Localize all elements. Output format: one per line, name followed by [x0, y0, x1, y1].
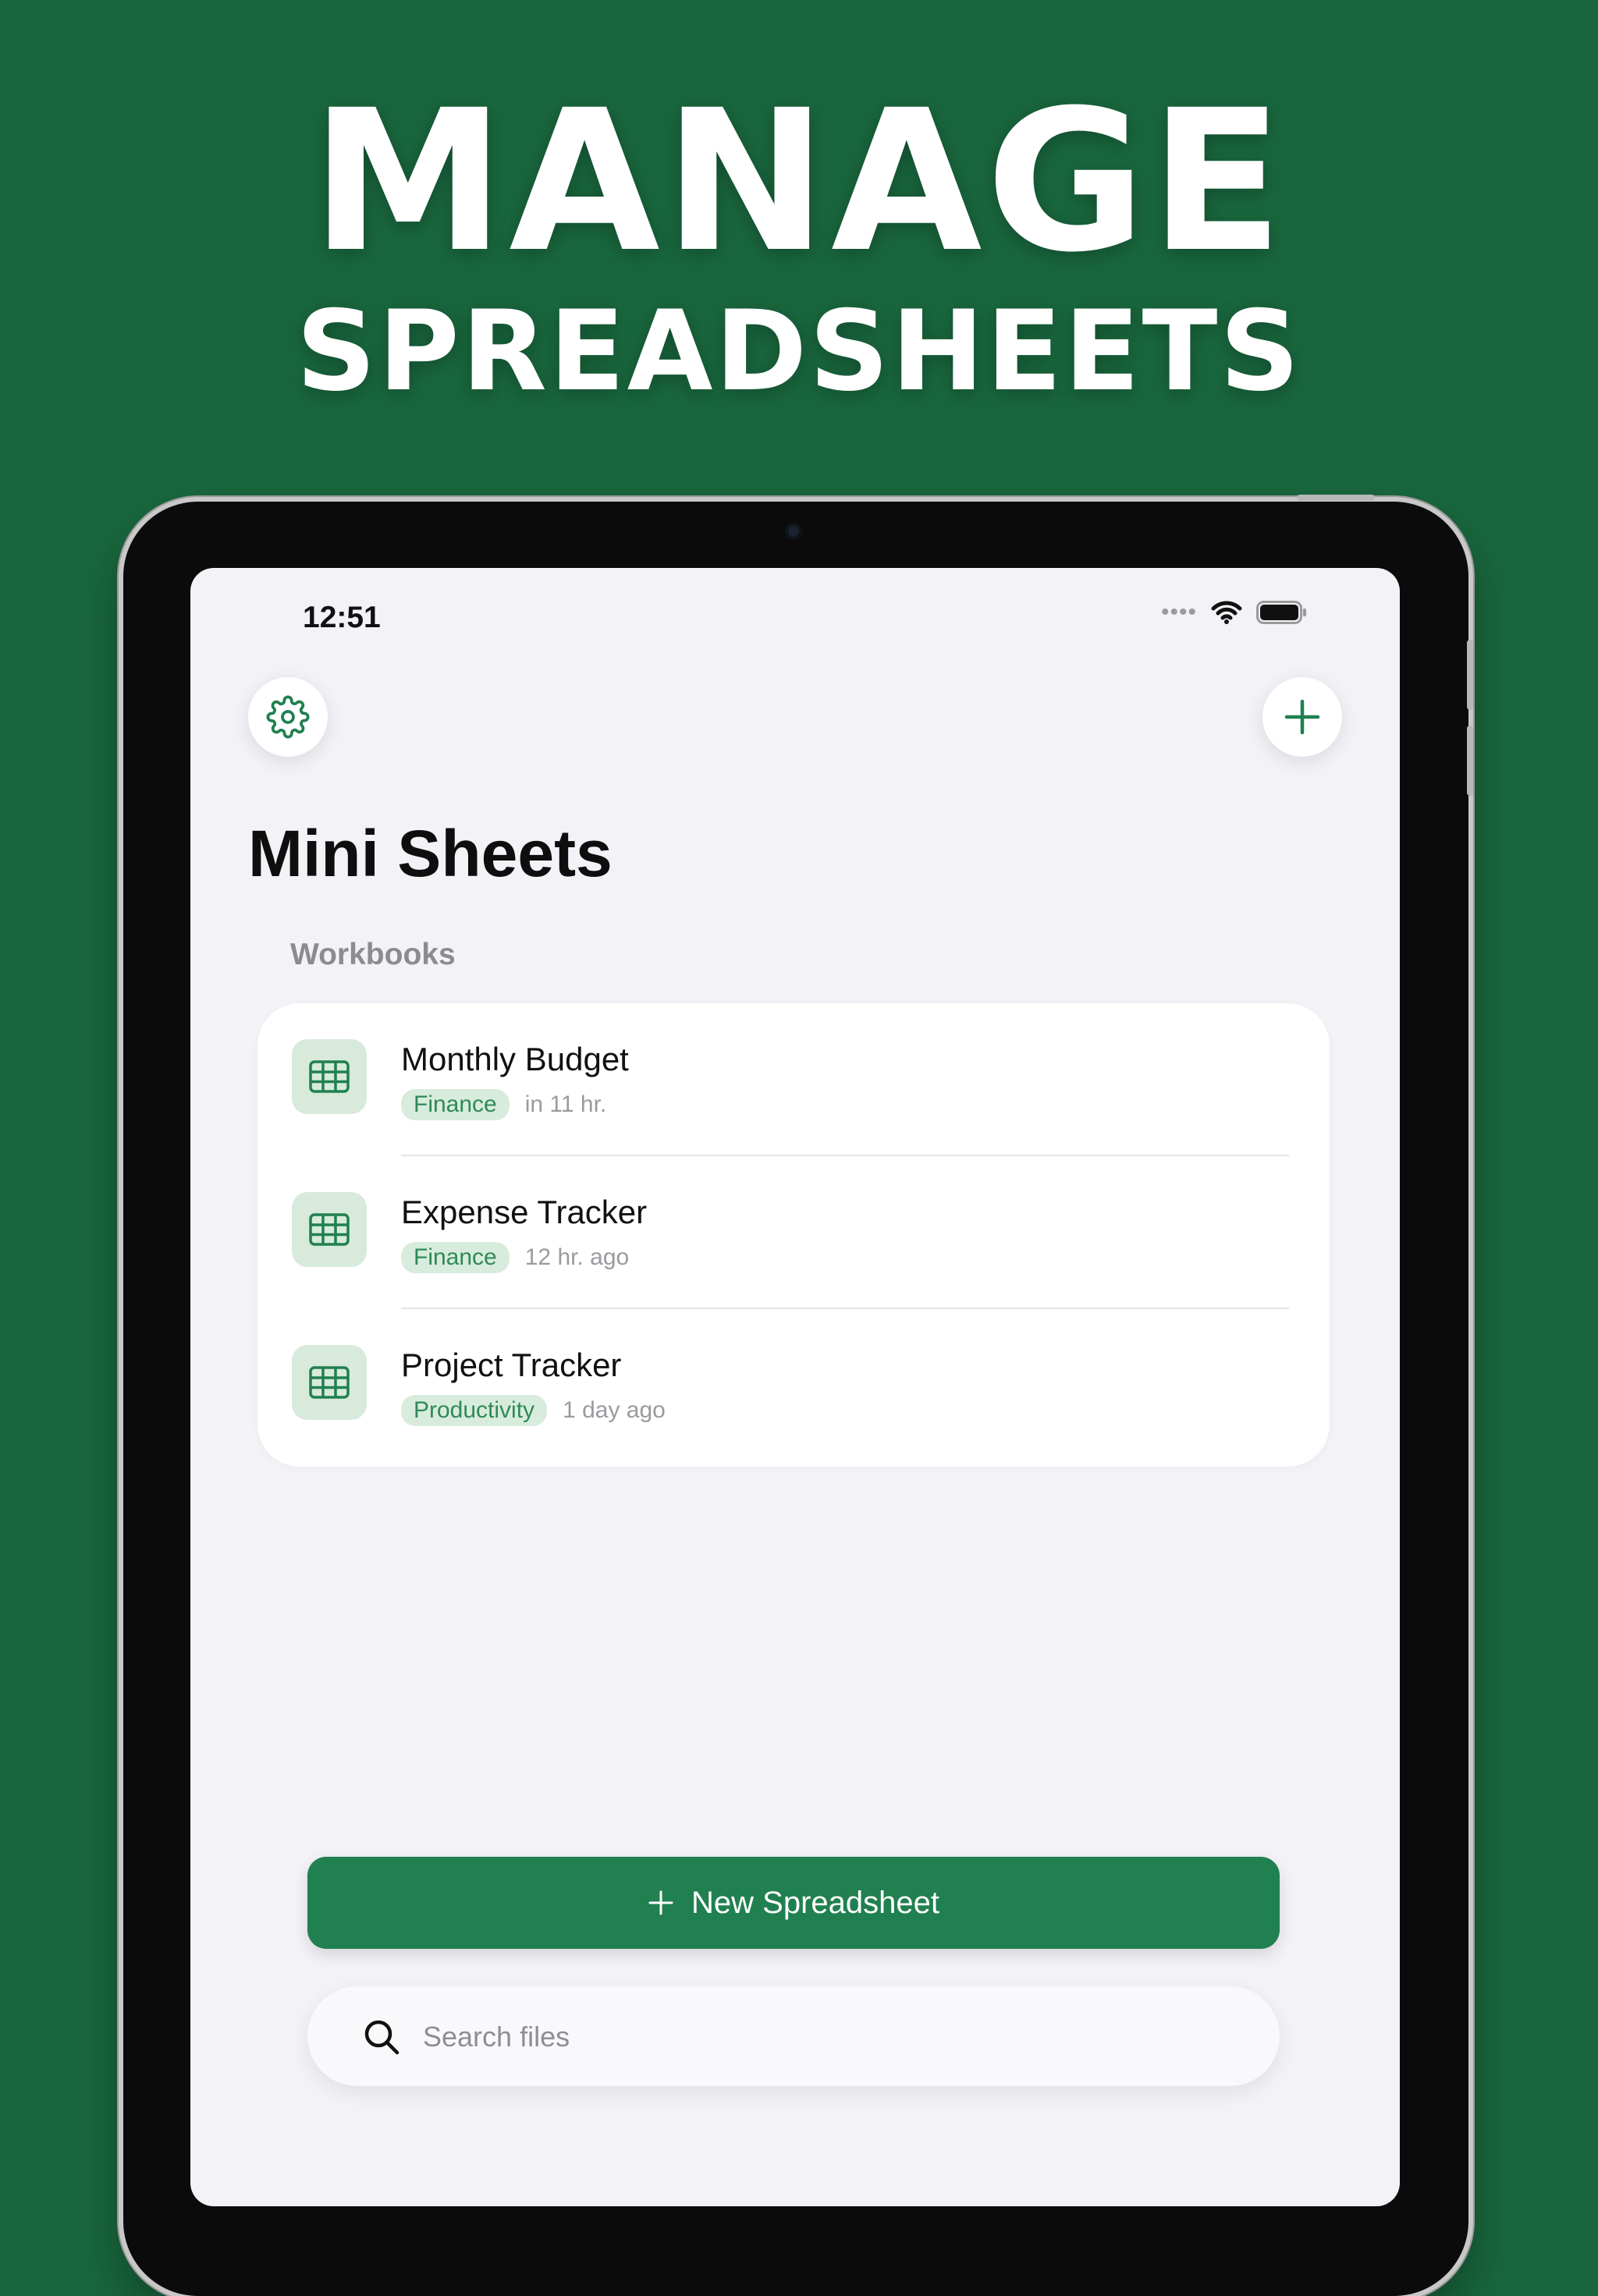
tablet-volume-up-button [1467, 640, 1473, 710]
category-tag: Finance [401, 1242, 510, 1273]
status-indicators: •••• [1161, 599, 1308, 626]
workbook-title: Project Tracker [401, 1347, 622, 1383]
page-title: Mini Sheets [248, 817, 613, 890]
search-icon [362, 2017, 401, 2056]
modified-time: in 11 hr. [524, 1091, 607, 1117]
search-input[interactable] [421, 2010, 1244, 2064]
table-icon [292, 1039, 367, 1114]
category-tag: Productivity [401, 1395, 548, 1426]
modified-time: 12 hr. ago [524, 1244, 630, 1270]
gear-icon [266, 695, 310, 739]
status-time: 12:51 [303, 601, 381, 634]
workbook-meta: Productivity 1 day ago [401, 1395, 666, 1426]
add-workbook-button[interactable] [1262, 677, 1342, 757]
settings-button[interactable] [248, 677, 328, 757]
plus-icon [648, 1890, 673, 1915]
modified-time: 1 day ago [563, 1397, 666, 1423]
category-tag: Finance [401, 1089, 510, 1120]
workbook-meta: Finance 12 hr. ago [401, 1242, 629, 1273]
front-camera [785, 523, 802, 540]
search-bar[interactable] [307, 1986, 1280, 2086]
marketing-headline-line2: SPREADSHEETS [296, 287, 1302, 416]
plus-icon [1284, 699, 1320, 735]
new-spreadsheet-button[interactable]: New Spreadsheet [307, 1857, 1280, 1949]
workbook-title: Monthly Budget [401, 1041, 629, 1077]
workbook-row[interactable]: Project Tracker Productivity 1 day ago [257, 1309, 1330, 1462]
marketing-headline-line1: MANAGE [311, 68, 1287, 295]
workbook-row[interactable]: Expense Tracker Finance 12 hr. ago [257, 1156, 1330, 1309]
workbooks-list: Monthly Budget Finance in 11 hr. Expense… [257, 1003, 1330, 1467]
tablet-volume-down-button [1467, 726, 1473, 796]
wifi-icon [1211, 601, 1242, 624]
table-icon [292, 1192, 367, 1267]
signal-dots-icon: •••• [1160, 599, 1197, 625]
workbook-title: Expense Tracker [401, 1194, 648, 1230]
new-spreadsheet-label: New Spreadsheet [691, 1885, 939, 1920]
app-screen: 12:51 •••• Mini Sheets Workbooks Monthly… [190, 568, 1400, 2206]
workbook-meta: Finance in 11 hr. [401, 1089, 606, 1120]
battery-icon [1256, 601, 1306, 624]
section-label-workbooks: Workbooks [290, 938, 456, 971]
workbook-row[interactable]: Monthly Budget Finance in 11 hr. [257, 1003, 1330, 1156]
table-icon [292, 1345, 367, 1420]
tablet-top-button [1297, 495, 1375, 501]
